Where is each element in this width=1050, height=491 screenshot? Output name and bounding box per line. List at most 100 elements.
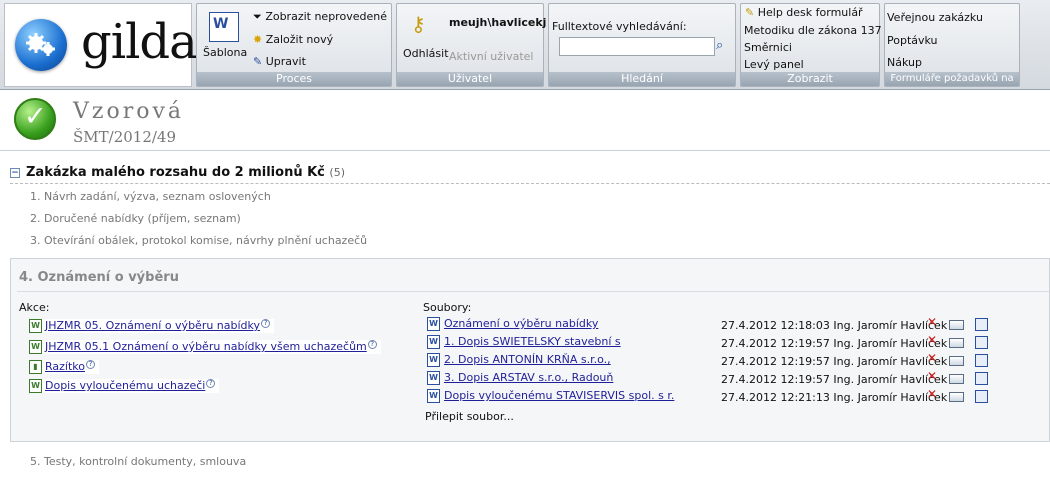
action-link[interactable]: Dopis vyloučenému uchazeči <box>45 379 205 392</box>
action-item[interactable]: W JHZMR 05. Oznámení o výběru nabídky? <box>29 319 275 333</box>
word-doc-icon: W <box>427 371 440 385</box>
aktivni-uzivatel-label: Aktivní uživatel <box>449 50 534 63</box>
group-label-uzivatel: Uživatel <box>397 72 543 86</box>
action-link[interactable]: Razítko <box>45 360 85 373</box>
delete-icon[interactable]: ✕ <box>927 333 937 347</box>
action-item[interactable]: W Dopis vyloučenému uchazeči? <box>29 379 220 393</box>
step-1[interactable]: 1. Návrh zadání, výzva, seznam oslovenýc… <box>30 190 271 203</box>
sablona-button[interactable]: W Šablona <box>203 12 247 59</box>
page-subtitle: ŠMT/2012/49 <box>73 128 177 146</box>
edit-file-icon[interactable] <box>975 354 988 367</box>
delete-icon[interactable]: ✕ <box>927 387 937 401</box>
fulltext-label: Fulltextové vyhledávání: <box>552 20 687 33</box>
help-icon[interactable]: ? <box>261 319 271 328</box>
file-meta: 27.4.2012 12:19:57 Ing. Jaromír Havlíček <box>721 355 947 368</box>
section-title: Zakázka malého rozsahu do 2 milionů Kč <box>26 165 325 180</box>
ribbon: gilda W Šablona ⏷ Zobrazit neprovedené ✸… <box>0 0 1050 90</box>
section-zakazka: − Zakázka malého rozsahu do 2 milionů Kč … <box>10 165 1050 184</box>
file-row: W Oznámení o výběru nabídky <box>427 317 598 331</box>
search-icon[interactable]: ⌕ <box>716 38 723 53</box>
fulltext-search-input[interactable] <box>559 37 715 56</box>
new-star-icon: ✸ <box>253 33 263 46</box>
file-date: 27.4.2012 12:19:57 <box>721 373 830 386</box>
action-item[interactable]: W JHZMR 05.1 Oznámení o výběru nabídky vš… <box>29 340 381 354</box>
delete-icon[interactable]: ✕ <box>927 315 937 329</box>
zalozit-novy-button[interactable]: ✸ Založit nový <box>253 33 333 46</box>
action-link[interactable]: JHZMR 05. Oznámení o výběru nabídky <box>45 319 260 332</box>
file-link[interactable]: Oznámení o výběru nabídky <box>444 317 598 330</box>
mail-icon[interactable] <box>949 356 964 366</box>
delete-icon[interactable]: ✕ <box>927 369 937 383</box>
file-link[interactable]: Dopis vyloučenému STAVISERVIS spol. s r. <box>444 389 674 402</box>
file-meta: 27.4.2012 12:18:03 Ing. Jaromír Havlíček <box>721 319 947 332</box>
word-doc-icon: W <box>427 389 440 403</box>
file-date: 27.4.2012 12:18:03 <box>721 319 830 332</box>
word-template-icon: W <box>209 12 239 42</box>
step-5[interactable]: 5. Testy, kontrolní dokumenty, smlouva <box>30 455 246 468</box>
step-2[interactable]: 2. Doručené nabídky (příjem, seznam) <box>30 212 241 225</box>
mail-icon[interactable] <box>949 320 964 330</box>
action-link[interactable]: JHZMR 05.1 Oznámení o výběru nabídky vše… <box>45 340 367 353</box>
nakup-link[interactable]: Nákup <box>887 56 922 69</box>
help-icon[interactable]: ? <box>86 360 95 369</box>
section4-title: 4. Oznámení o výběru <box>19 270 179 285</box>
help-icon[interactable]: ? <box>367 340 377 349</box>
file-date: 27.4.2012 12:21:13 <box>721 391 830 404</box>
section-oznameni: 4. Oznámení o výběru Akce: Soubory: W JHZ… <box>10 258 1050 442</box>
metodiku-link[interactable]: Metodiku dle zákona 137 <box>744 24 882 37</box>
gilda-logo: gilda <box>81 14 198 70</box>
edit-file-icon[interactable] <box>975 318 988 331</box>
divider <box>17 291 1049 292</box>
zobrazit-neprovedene-button[interactable]: ⏷ Zobrazit neprovedené <box>253 10 387 24</box>
group-label-formulare: Formuláře požadavků na <box>885 72 1019 86</box>
file-meta: 27.4.2012 12:21:13 Ing. Jaromír Havlíček <box>721 391 947 404</box>
logo-area: gilda <box>4 3 198 87</box>
file-date: 27.4.2012 12:19:57 <box>721 355 830 368</box>
file-row: W Dopis vyloučenému STAVISERVIS spol. s r… <box>427 389 674 403</box>
mail-icon[interactable] <box>949 392 964 402</box>
file-link[interactable]: 2. Dopis ANTONÍN KRŇA s.r.o., <box>444 353 611 366</box>
status-check-icon: ✓ <box>14 98 56 140</box>
key-icon: ⚷ <box>411 12 426 36</box>
username-label: meujh\havlicekj <box>449 16 547 29</box>
file-meta: 27.4.2012 12:19:57 Ing. Jaromír Havlíček <box>721 373 947 386</box>
edit-file-icon[interactable] <box>975 372 988 385</box>
group-proces: W Šablona ⏷ Zobrazit neprovedené ✸ Založ… <box>196 3 392 87</box>
file-link[interactable]: 3. Dopis ARSTAV s.r.o., Radouň <box>444 371 613 384</box>
word-doc-icon: W <box>427 317 440 331</box>
word-doc-icon: W <box>29 379 42 393</box>
zalozit-novy-label: Založit nový <box>265 33 334 46</box>
verejnou-zakazku-link[interactable]: Veřejnou zakázku <box>887 11 983 24</box>
upravit-label: Upravit <box>265 55 306 68</box>
sablona-label: Šablona <box>203 46 248 59</box>
help-desk-link[interactable]: ✎ Help desk formulář <box>745 6 863 19</box>
word-doc-icon: W <box>427 353 440 367</box>
section-header: − Zakázka malého rozsahu do 2 milionů Kč … <box>10 165 1050 184</box>
paste-file-link[interactable]: Přilepit soubor... <box>425 410 514 423</box>
edit-pencil-icon: ✎ <box>253 55 263 68</box>
help-icon[interactable]: ? <box>206 379 216 388</box>
group-label-hledani: Hledání <box>549 72 735 86</box>
action-item[interactable]: ▮ Razítko? <box>29 360 99 374</box>
smernici-link[interactable]: Směrnici <box>744 41 792 54</box>
delete-icon[interactable]: ✕ <box>927 351 937 365</box>
odhlasit-button[interactable]: Odhlásit <box>403 47 449 60</box>
word-doc-icon: W <box>427 335 440 349</box>
step-3[interactable]: 3. Otevírání obálek, protokol komise, ná… <box>30 234 367 247</box>
upravit-button[interactable]: ✎ Upravit <box>253 55 306 68</box>
edit-file-icon[interactable] <box>975 336 988 349</box>
section-count: (5) <box>329 166 346 179</box>
app-menu-gear-icon[interactable] <box>15 19 67 71</box>
collapse-icon[interactable]: − <box>10 167 20 178</box>
edit-file-icon[interactable] <box>975 390 988 403</box>
levy-panel-link[interactable]: Levý panel <box>744 58 804 71</box>
group-hledani: Fulltextové vyhledávání: ⌕ Hledání <box>548 3 736 87</box>
mail-icon[interactable] <box>949 338 964 348</box>
mail-icon[interactable] <box>949 374 964 384</box>
file-link[interactable]: 1. Dopis SWIETELSKY stavební s <box>444 335 621 348</box>
file-meta: 27.4.2012 12:19:57 Ing. Jaromír Havlíček <box>721 337 947 350</box>
stamp-icon: ▮ <box>29 360 42 374</box>
zobrazit-neprovedene-label: Zobrazit neprovedené <box>265 10 387 23</box>
poptavku-link[interactable]: Poptávku <box>887 34 938 47</box>
akce-label: Akce: <box>19 301 50 314</box>
